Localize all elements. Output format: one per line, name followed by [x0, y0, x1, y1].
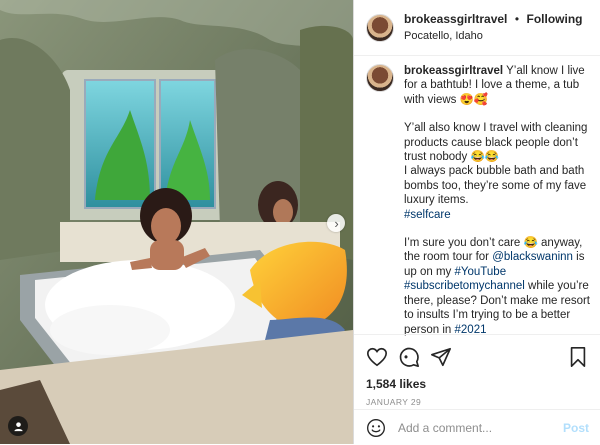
caption-paragraph-3: I always pack bubble bath and bath bombs…	[404, 165, 587, 207]
post-comment-button[interactable]: Post	[563, 421, 589, 435]
post-photo[interactable]: ›	[0, 0, 353, 444]
heart-icon[interactable]	[366, 346, 388, 368]
header-text: brokeassgirltravel • Following Pocatello…	[404, 11, 583, 44]
post-date[interactable]: JANUARY 29	[354, 391, 600, 407]
post-actions: 1,584 likes JANUARY 29 Post	[354, 334, 600, 445]
paper-plane-icon[interactable]	[430, 346, 452, 368]
post-header: brokeassgirltravel • Following Pocatello…	[354, 0, 600, 56]
hashtag-youtube[interactable]: #YouTube	[455, 266, 507, 278]
caption-paragraph-2: Y’all also know I travel with cleaning p…	[404, 122, 588, 164]
post-details-panel: brokeassgirltravel • Following Pocatello…	[353, 0, 600, 444]
likes-count[interactable]: 1,584 likes	[354, 371, 600, 391]
username-link[interactable]: brokeassgirltravel	[404, 12, 507, 26]
caption: brokeassgirltravel Y’all know I live for…	[366, 64, 594, 365]
comment-input[interactable]	[396, 419, 563, 436]
action-icons	[354, 335, 600, 371]
user-tag-icon	[13, 421, 23, 431]
smiley-icon[interactable]	[366, 418, 386, 438]
caption-username-link[interactable]: brokeassgirltravel	[404, 65, 503, 77]
bookmark-icon[interactable]	[567, 346, 589, 368]
following-button[interactable]: Following	[527, 12, 583, 26]
mention-blackswaninn[interactable]: @blackswaninn	[492, 251, 573, 263]
tagged-people-button[interactable]	[8, 416, 28, 436]
hashtag-subscribetomychannel[interactable]: #subscribetomychannel	[404, 280, 525, 292]
separator-dot: •	[514, 12, 520, 26]
hashtag-selfcare[interactable]: #selfcare	[404, 209, 451, 221]
next-photo-button[interactable]: ›	[327, 214, 345, 232]
comment-icon[interactable]	[398, 346, 420, 368]
instagram-post: › brokeassgirltravel • Following Pocatel…	[0, 0, 600, 444]
bathtub-photo	[0, 0, 353, 444]
caption-avatar[interactable]	[366, 64, 394, 92]
chevron-right-icon: ›	[334, 215, 339, 231]
caption-body: brokeassgirltravel Y’all know I live for…	[404, 64, 592, 365]
avatar[interactable]	[366, 13, 394, 42]
comment-bar: Post	[354, 409, 600, 445]
location-link[interactable]: Pocatello, Idaho	[404, 29, 583, 44]
